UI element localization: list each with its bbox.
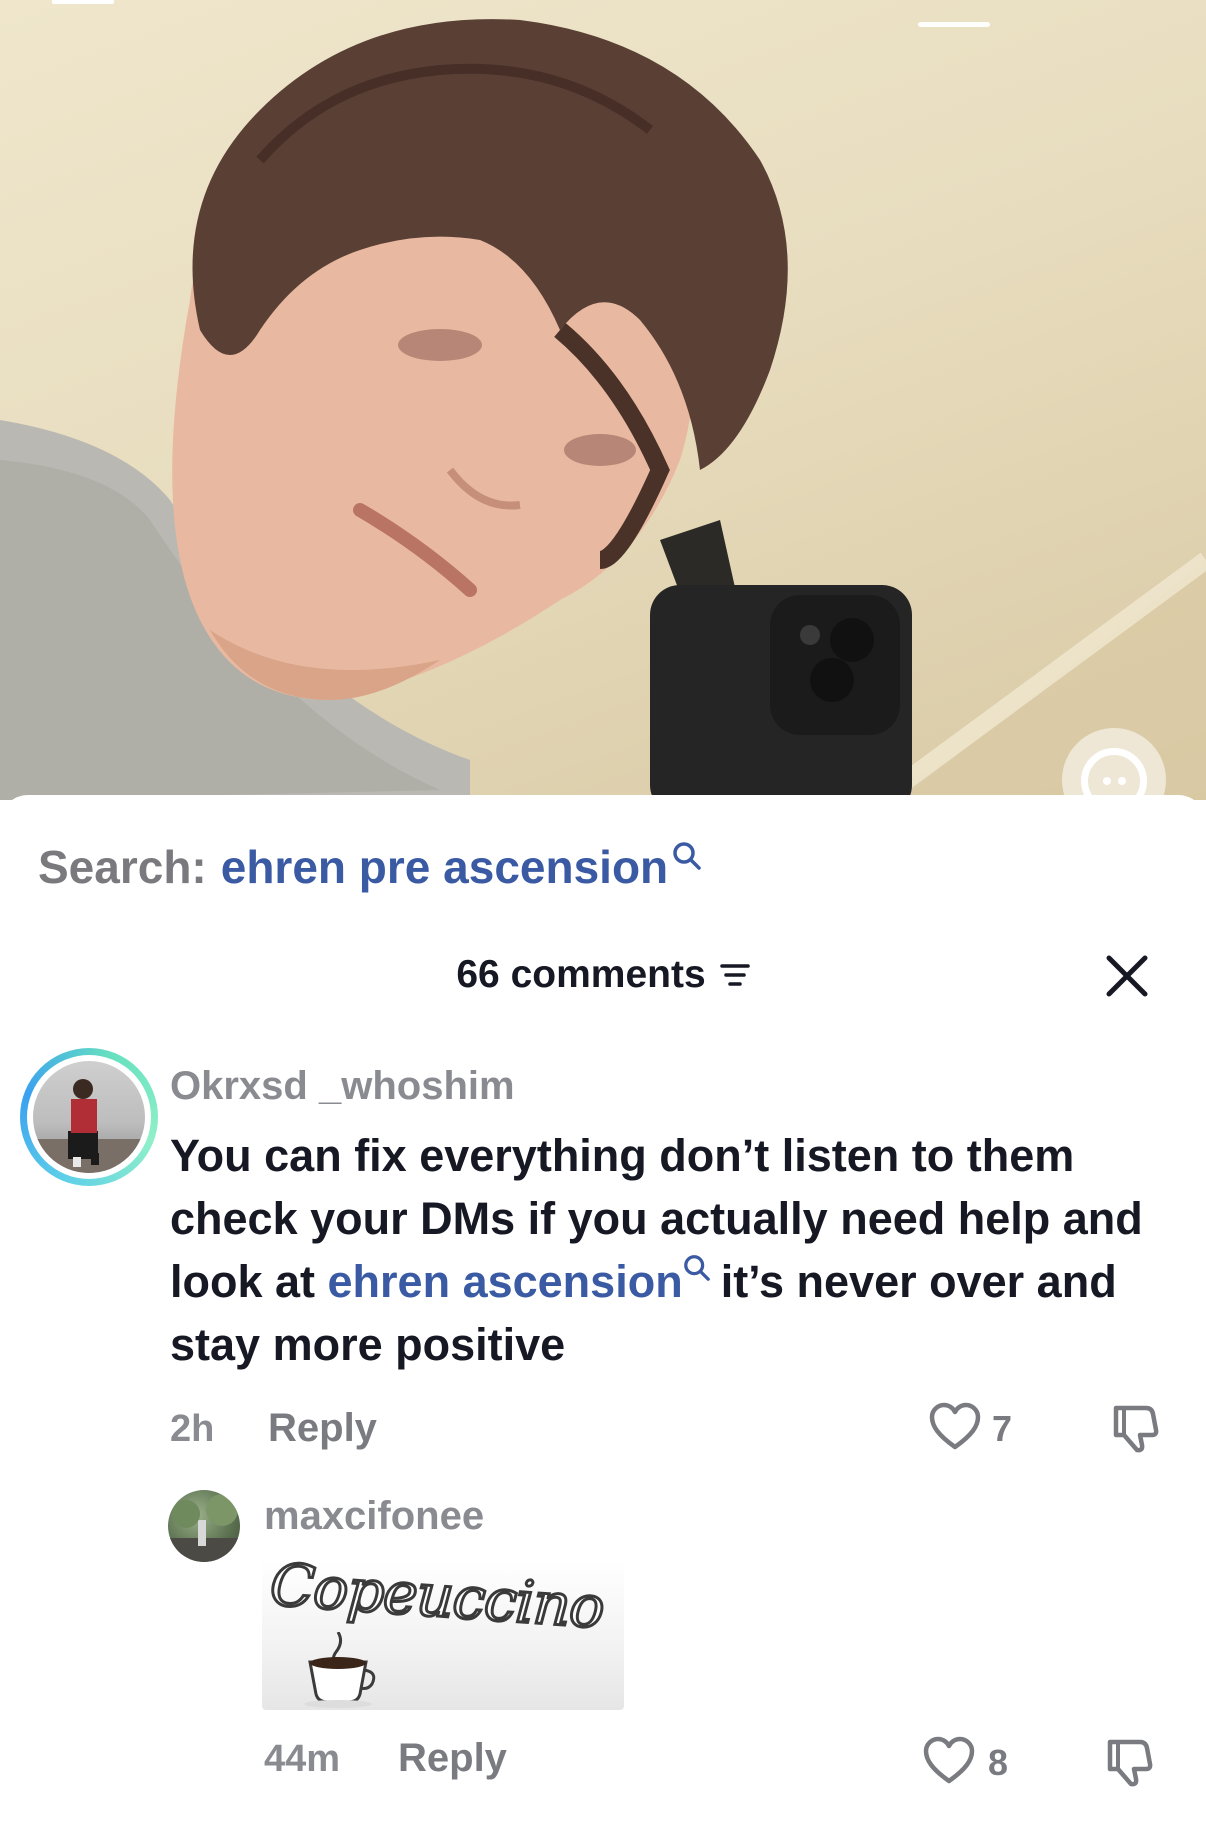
search-icon	[683, 1255, 710, 1281]
avatar-story-ring[interactable]	[20, 1048, 158, 1186]
heart-icon[interactable]	[928, 1402, 982, 1452]
comment-username[interactable]: Okrxsd _whoshim	[170, 1064, 515, 1109]
like-count: 7	[992, 1408, 1013, 1449]
close-icon[interactable]	[1104, 953, 1150, 999]
heart-icon[interactable]	[922, 1736, 976, 1786]
coffee-cup-icon	[304, 1632, 376, 1708]
face-icon	[1081, 748, 1147, 800]
sticker-text: Copeuccino	[267, 1549, 608, 1643]
sticker-image: Copeuccino	[262, 1549, 624, 1710]
reply-username[interactable]: maxcifonee	[264, 1494, 484, 1539]
search-suggestion[interactable]: Search: ehren pre ascension	[38, 837, 702, 897]
comments-header: 66 comments	[0, 945, 1206, 1005]
filter-icon[interactable]	[719, 960, 750, 990]
comments-count: 66 comments	[456, 953, 706, 996]
video-photo	[0, 0, 1206, 800]
dislike-icon[interactable]	[1108, 1400, 1162, 1454]
reply-time: 44m	[264, 1738, 341, 1780]
search-term-link[interactable]: ehren pre ascension	[221, 840, 668, 894]
top-indicator-right	[918, 22, 990, 27]
like-count: 8	[988, 1742, 1009, 1783]
reply-button[interactable]: Reply	[268, 1406, 377, 1451]
search-label: Search:	[38, 841, 207, 893]
video-frame[interactable]	[0, 0, 1206, 800]
top-indicator-left	[52, 0, 114, 4]
avatar	[33, 1061, 145, 1173]
comment-text: You can fix everything don’t listen to t…	[170, 1124, 1170, 1376]
search-icon	[673, 842, 701, 870]
comment-search-link[interactable]: ehren ascension	[328, 1256, 683, 1307]
reply-button[interactable]: Reply	[398, 1736, 507, 1781]
avatar[interactable]	[168, 1490, 240, 1562]
comment-time: 2h	[170, 1408, 215, 1450]
dislike-icon[interactable]	[1102, 1734, 1156, 1788]
